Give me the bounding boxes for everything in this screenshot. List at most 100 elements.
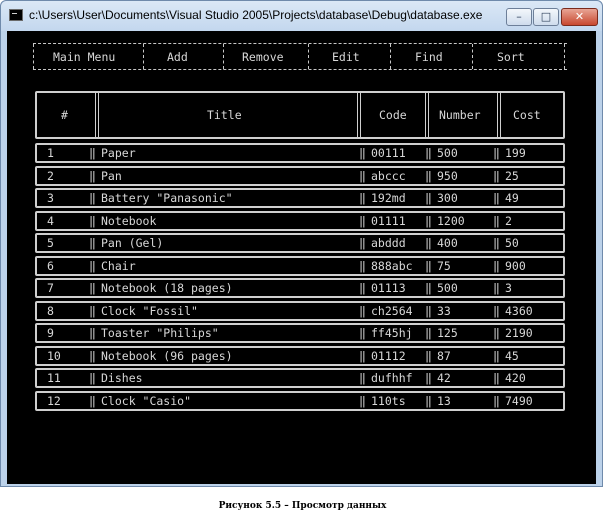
- table-row[interactable]: 9 ‖ Toaster "Philips" ‖ ff45hj ‖ 125 ‖ 2190: [35, 323, 565, 343]
- menu-divider: [143, 44, 144, 69]
- table-row[interactable]: 11 ‖ Dishes ‖ dufhhf ‖ 42 ‖ 420: [35, 368, 565, 388]
- cell-title: Notebook (18 pages): [101, 281, 233, 295]
- column-divider: ‖: [89, 258, 96, 273]
- column-divider: ‖: [359, 303, 366, 318]
- cell-quantity: 1200: [437, 213, 465, 228]
- cell-cost: 2: [505, 213, 512, 228]
- cell-number: 2: [47, 168, 54, 183]
- column-divider: ‖: [359, 281, 366, 295]
- cell-title: Pan (Gel): [101, 236, 164, 250]
- menu-edit[interactable]: Edit: [332, 50, 360, 64]
- column-divider: ‖: [359, 326, 366, 340]
- cell-title: Dishes: [101, 371, 143, 385]
- column-divider: ‖: [493, 348, 500, 363]
- menu-main-menu[interactable]: Main Menu: [53, 50, 115, 64]
- column-divider: ‖: [425, 348, 432, 363]
- cell-quantity: 87: [437, 348, 451, 363]
- column-divider: ‖: [493, 146, 500, 160]
- table-row[interactable]: 6 ‖ Chair ‖ 888abc ‖ 75 ‖ 900: [35, 255, 565, 276]
- cell-number: 9: [47, 326, 54, 340]
- menu-divider: [472, 44, 473, 69]
- menu-find[interactable]: Find: [415, 50, 443, 64]
- table-row[interactable]: 12 ‖ Clock "Casio" ‖ 110ts ‖ 13 ‖ 7490: [35, 390, 565, 411]
- cell-cost: 420: [505, 371, 526, 385]
- header-cost: Cost: [513, 108, 541, 122]
- cell-cost: 49: [505, 191, 519, 205]
- cell-quantity: 125: [437, 326, 458, 340]
- table-row[interactable]: 2 ‖ Pan ‖ abccc ‖ 950 ‖ 25: [35, 165, 565, 186]
- column-divider: ‖: [425, 236, 432, 250]
- table-row[interactable]: 3 ‖ Battery "Panasonic" ‖ 192md ‖ 300 ‖ 49: [35, 188, 565, 208]
- table-row[interactable]: 8 ‖ Clock "Fossil" ‖ ch2564 ‖ 33 ‖ 4360: [35, 300, 565, 321]
- window-title: c:\Users\User\Documents\Visual Studio 20…: [29, 8, 483, 22]
- cell-code: 01113: [371, 281, 406, 295]
- menu-add[interactable]: Add: [167, 50, 188, 64]
- column-divider: ‖: [89, 393, 96, 408]
- column-divider: ‖: [89, 326, 96, 340]
- cell-quantity: 42: [437, 371, 451, 385]
- cell-quantity: 13: [437, 393, 451, 408]
- column-divider: ‖: [493, 371, 500, 385]
- column-divider: ‖: [425, 393, 432, 408]
- menu-sort[interactable]: Sort: [497, 50, 525, 64]
- table-header: # Title Code Number Cost: [35, 91, 565, 139]
- cell-code: ff45hj: [371, 326, 413, 340]
- column-divider: ‖: [89, 303, 96, 318]
- table-row[interactable]: 4 ‖ Notebook ‖ 01111 ‖ 1200 ‖ 2: [35, 210, 565, 231]
- column-divider: ‖: [359, 371, 366, 385]
- cell-number: 3: [47, 191, 54, 205]
- header-number: #: [61, 108, 68, 122]
- table-row[interactable]: 5 ‖ Pan (Gel) ‖ abddd ‖ 400 ‖ 50: [35, 233, 565, 253]
- cell-cost: 50: [505, 236, 519, 250]
- column-divider: ‖: [493, 258, 500, 273]
- cell-cost: 25: [505, 168, 519, 183]
- cell-title: Toaster "Philips": [101, 326, 219, 340]
- column-divider: ‖: [493, 326, 500, 340]
- column-divider: ‖: [89, 281, 96, 295]
- table-row[interactable]: 7 ‖ Notebook (18 pages) ‖ 01113 ‖ 500 ‖ 3: [35, 278, 565, 298]
- cell-title: Clock "Fossil": [101, 303, 198, 318]
- column-divider: ‖: [425, 281, 432, 295]
- title-bar[interactable]: c:\Users\User\Documents\Visual Studio 20…: [1, 1, 602, 31]
- cell-cost: 45: [505, 348, 519, 363]
- column-divider: ‖: [359, 258, 366, 273]
- maximize-button[interactable]: □: [533, 8, 559, 26]
- cell-number: 1: [47, 146, 54, 160]
- cell-quantity: 500: [437, 281, 458, 295]
- column-divider: ‖: [425, 371, 432, 385]
- cell-code: 110ts: [371, 393, 406, 408]
- cell-title: Chair: [101, 258, 136, 273]
- cell-cost: 4360: [505, 303, 533, 318]
- minimize-button[interactable]: –: [506, 8, 532, 26]
- column-divider: ‖: [493, 303, 500, 318]
- cell-code: 192md: [371, 191, 406, 205]
- column-divider: ‖: [425, 146, 432, 160]
- menu-remove[interactable]: Remove: [242, 50, 284, 64]
- menu-divider: [564, 44, 565, 69]
- cell-number: 7: [47, 281, 54, 295]
- menu-divider: [308, 44, 309, 69]
- cell-cost: 7490: [505, 393, 533, 408]
- cell-cost: 3: [505, 281, 512, 295]
- cell-cost: 900: [505, 258, 526, 273]
- cell-quantity: 33: [437, 303, 451, 318]
- cell-title: Notebook (96 pages): [101, 348, 233, 363]
- column-divider: ‖: [89, 146, 96, 160]
- header-code: Code: [379, 108, 407, 122]
- column-divider: ‖: [425, 258, 432, 273]
- cell-quantity: 75: [437, 258, 451, 273]
- column-divider: ‖: [89, 236, 96, 250]
- close-button[interactable]: ✕: [561, 8, 598, 26]
- menu-bar: Main Menu Add Remove Edit Find Sort: [33, 43, 567, 70]
- column-divider: ‖: [359, 191, 366, 205]
- cell-quantity: 400: [437, 236, 458, 250]
- table-row[interactable]: 1 ‖ Paper ‖ 00111 ‖ 500 ‖ 199: [35, 143, 565, 163]
- cell-title: Clock "Casio": [101, 393, 192, 408]
- cell-quantity: 500: [437, 146, 458, 160]
- column-divider: ‖: [89, 213, 96, 228]
- cell-cost: 199: [505, 146, 526, 160]
- column-divider: ‖: [359, 348, 366, 363]
- column-divider: ‖: [493, 393, 500, 408]
- column-divider: [357, 93, 361, 137]
- table-row[interactable]: 10 ‖ Notebook (96 pages) ‖ 01112 ‖ 87 ‖ 45: [35, 345, 565, 366]
